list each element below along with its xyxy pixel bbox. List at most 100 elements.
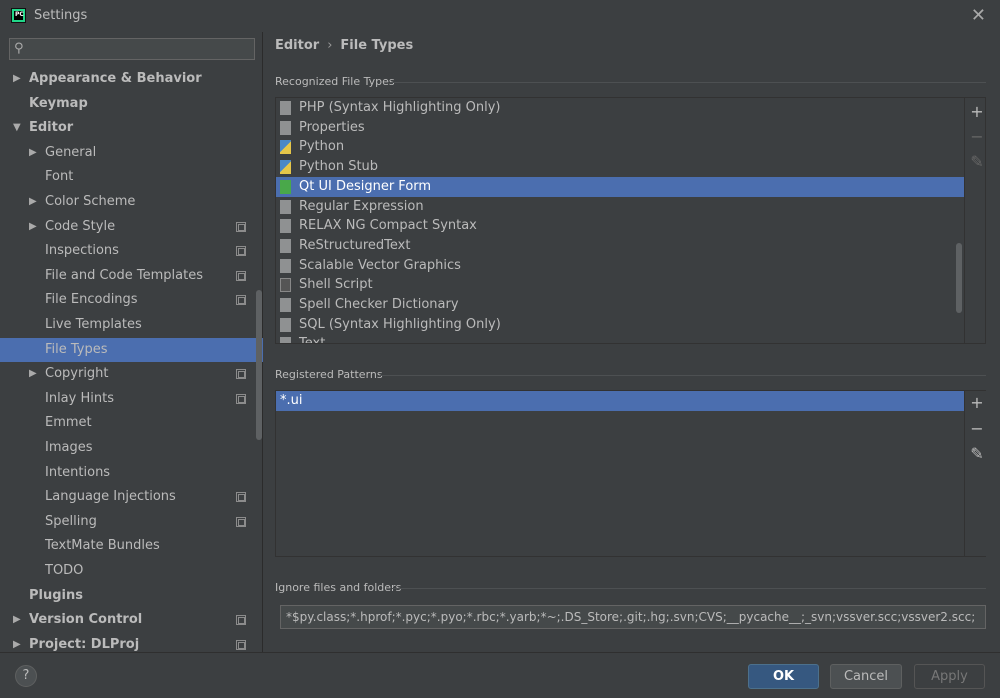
sidebar-item-label: Language Injections xyxy=(45,485,176,509)
sidebar-item-label: TODO xyxy=(45,559,83,583)
edit-pattern-button[interactable]: ✎ xyxy=(969,446,985,462)
expanded-arrow-icon[interactable]: ▼ xyxy=(13,116,21,140)
collapsed-arrow-icon[interactable]: ▶ xyxy=(29,141,37,165)
pycharm-logo-icon: PC xyxy=(11,8,26,23)
settings-search-input[interactable]: ⚲ xyxy=(9,38,255,60)
sidebar-item[interactable]: ▶Version Control xyxy=(0,608,263,632)
sidebar-item[interactable]: ▶ Code Style xyxy=(0,215,263,239)
sidebar-item[interactable]: ▶Copyright xyxy=(0,362,263,386)
sidebar-item[interactable]: TODO xyxy=(0,559,263,583)
ignore-files-input[interactable]: *$py.class;*.hprof;*.pyc;*.pyo;*.rbc;*.y… xyxy=(280,605,986,629)
svg-file-icon xyxy=(280,259,291,273)
file-type-row[interactable]: Properties xyxy=(276,118,964,138)
ignore-files-title: Ignore files and folders xyxy=(275,581,401,594)
sidebar-item-label: General xyxy=(45,141,96,165)
file-type-label: SQL (Syntax Highlighting Only) xyxy=(299,315,501,335)
window-title: Settings xyxy=(34,8,87,23)
search-icon: ⚲ xyxy=(14,41,24,56)
project-scope-icon xyxy=(236,517,246,527)
breadcrumb-separator: › xyxy=(327,38,332,53)
sidebar-item[interactable]: ▶ Color Scheme xyxy=(0,190,263,214)
recognized-file-types-title: Recognized File Types xyxy=(275,75,395,88)
sidebar-item[interactable]: File Encodings xyxy=(0,288,263,312)
file-type-row[interactable]: ReStructuredText xyxy=(276,236,964,256)
apply-button[interactable]: Apply xyxy=(914,664,985,689)
file-type-row[interactable]: Python xyxy=(276,137,964,157)
sidebar-item-label: Color Scheme xyxy=(45,190,135,214)
file-type-label: Python xyxy=(299,137,344,157)
collapsed-arrow-icon[interactable]: ▶ xyxy=(29,190,37,214)
sidebar-item[interactable]: Inspections xyxy=(0,239,263,263)
file-type-row[interactable]: Qt UI Designer Form xyxy=(276,177,964,197)
edit-file-type-button[interactable]: ✎ xyxy=(969,154,985,170)
sidebar-scrollbar[interactable] xyxy=(256,290,262,440)
collapsed-arrow-icon[interactable]: ▶ xyxy=(29,362,37,386)
file-type-label: Shell Script xyxy=(299,275,373,295)
file-type-label: PHP (Syntax Highlighting Only) xyxy=(299,98,501,118)
sidebar-item[interactable]: Intentions xyxy=(0,461,263,485)
section-divider xyxy=(390,82,986,83)
sidebar-item[interactable]: Inlay Hints xyxy=(0,387,263,411)
sidebar-item-label: Editor xyxy=(29,116,73,140)
ok-button[interactable]: OK xyxy=(748,664,819,689)
file-type-label: Spell Checker Dictionary xyxy=(299,295,459,315)
pattern-row[interactable]: *.ui xyxy=(276,391,964,411)
file-type-row[interactable]: RELAX NG Compact Syntax xyxy=(276,216,964,236)
file-type-row[interactable]: Scalable Vector Graphics xyxy=(276,256,964,276)
settings-sidebar: ⚲ ▶Appearance & BehaviorKeymap▼Editor▶Ge… xyxy=(0,32,263,652)
collapsed-arrow-icon[interactable]: ▶ xyxy=(13,608,21,632)
breadcrumb-parent[interactable]: Editor xyxy=(275,38,319,53)
sidebar-item[interactable]: ▶ General xyxy=(0,141,263,165)
add-pattern-button[interactable]: + xyxy=(969,395,985,411)
sidebar-item[interactable]: Language Injections xyxy=(0,485,263,509)
file-type-row[interactable]: Shell Script xyxy=(276,275,964,295)
help-button[interactable]: ? xyxy=(15,665,37,687)
project-scope-icon xyxy=(236,492,246,502)
cancel-button[interactable]: Cancel xyxy=(830,664,902,689)
title-bar: PC Settings ✕ xyxy=(0,0,1000,32)
sidebar-item[interactable]: Live Templates xyxy=(0,313,263,337)
sidebar-item[interactable]: Emmet xyxy=(0,411,263,435)
list-scrollbar[interactable] xyxy=(956,243,962,313)
sidebar-item-label: Images xyxy=(45,436,93,460)
sidebar-item[interactable]: ▼ Editor xyxy=(0,116,263,140)
sidebar-item[interactable]: Plugins xyxy=(0,584,263,608)
file-type-row[interactable]: Python Stub xyxy=(276,157,964,177)
sidebar-item-label: Live Templates xyxy=(45,313,142,337)
file-type-row[interactable]: Spell Checker Dictionary xyxy=(276,295,964,315)
sidebar-item-label: File Encodings xyxy=(45,288,138,312)
sidebar-item[interactable]: Keymap xyxy=(0,92,263,116)
file-type-row[interactable]: PHP (Syntax Highlighting Only) xyxy=(276,98,964,118)
project-scope-icon xyxy=(236,394,246,404)
project-scope-icon xyxy=(236,271,246,281)
collapsed-arrow-icon[interactable]: ▶ xyxy=(29,215,37,239)
sidebar-item[interactable]: ▶ Appearance & Behavior xyxy=(0,67,263,91)
sidebar-item-label: Emmet xyxy=(45,411,92,435)
patterns-toolbar: + − ✎ xyxy=(964,391,988,556)
sidebar-item[interactable]: Font xyxy=(0,165,263,189)
sidebar-item-label: Appearance & Behavior xyxy=(29,67,202,91)
relaxng-file-icon xyxy=(280,219,291,233)
file-type-row[interactable]: Text xyxy=(276,334,964,344)
project-scope-icon xyxy=(236,369,246,379)
file-type-row[interactable]: Regular Expression xyxy=(276,197,964,217)
sidebar-item[interactable]: TextMate Bundles xyxy=(0,534,263,558)
sidebar-item[interactable]: Images xyxy=(0,436,263,460)
sidebar-item[interactable]: File and Code Templates xyxy=(0,264,263,288)
add-file-type-button[interactable]: + xyxy=(969,104,985,120)
remove-file-type-button[interactable]: − xyxy=(969,129,985,145)
sidebar-item[interactable]: Spelling xyxy=(0,510,263,534)
file-type-label: RELAX NG Compact Syntax xyxy=(299,216,477,236)
dialog-footer: ? OK Cancel Apply xyxy=(0,652,1000,698)
file-type-row[interactable]: SQL (Syntax Highlighting Only) xyxy=(276,315,964,335)
remove-pattern-button[interactable]: − xyxy=(969,421,985,437)
sidebar-item-label: Code Style xyxy=(45,215,115,239)
sidebar-item-label: File and Code Templates xyxy=(45,264,203,288)
sidebar-item[interactable]: File Types xyxy=(0,338,263,362)
project-scope-icon xyxy=(236,640,246,650)
collapsed-arrow-icon[interactable]: ▶ xyxy=(13,67,21,91)
text-file-icon xyxy=(280,337,291,344)
file-types-toolbar: + − ✎ xyxy=(964,98,986,344)
close-icon[interactable]: ✕ xyxy=(971,5,986,26)
recognized-file-types-list: PHP (Syntax Highlighting Only)Properties… xyxy=(275,97,986,344)
